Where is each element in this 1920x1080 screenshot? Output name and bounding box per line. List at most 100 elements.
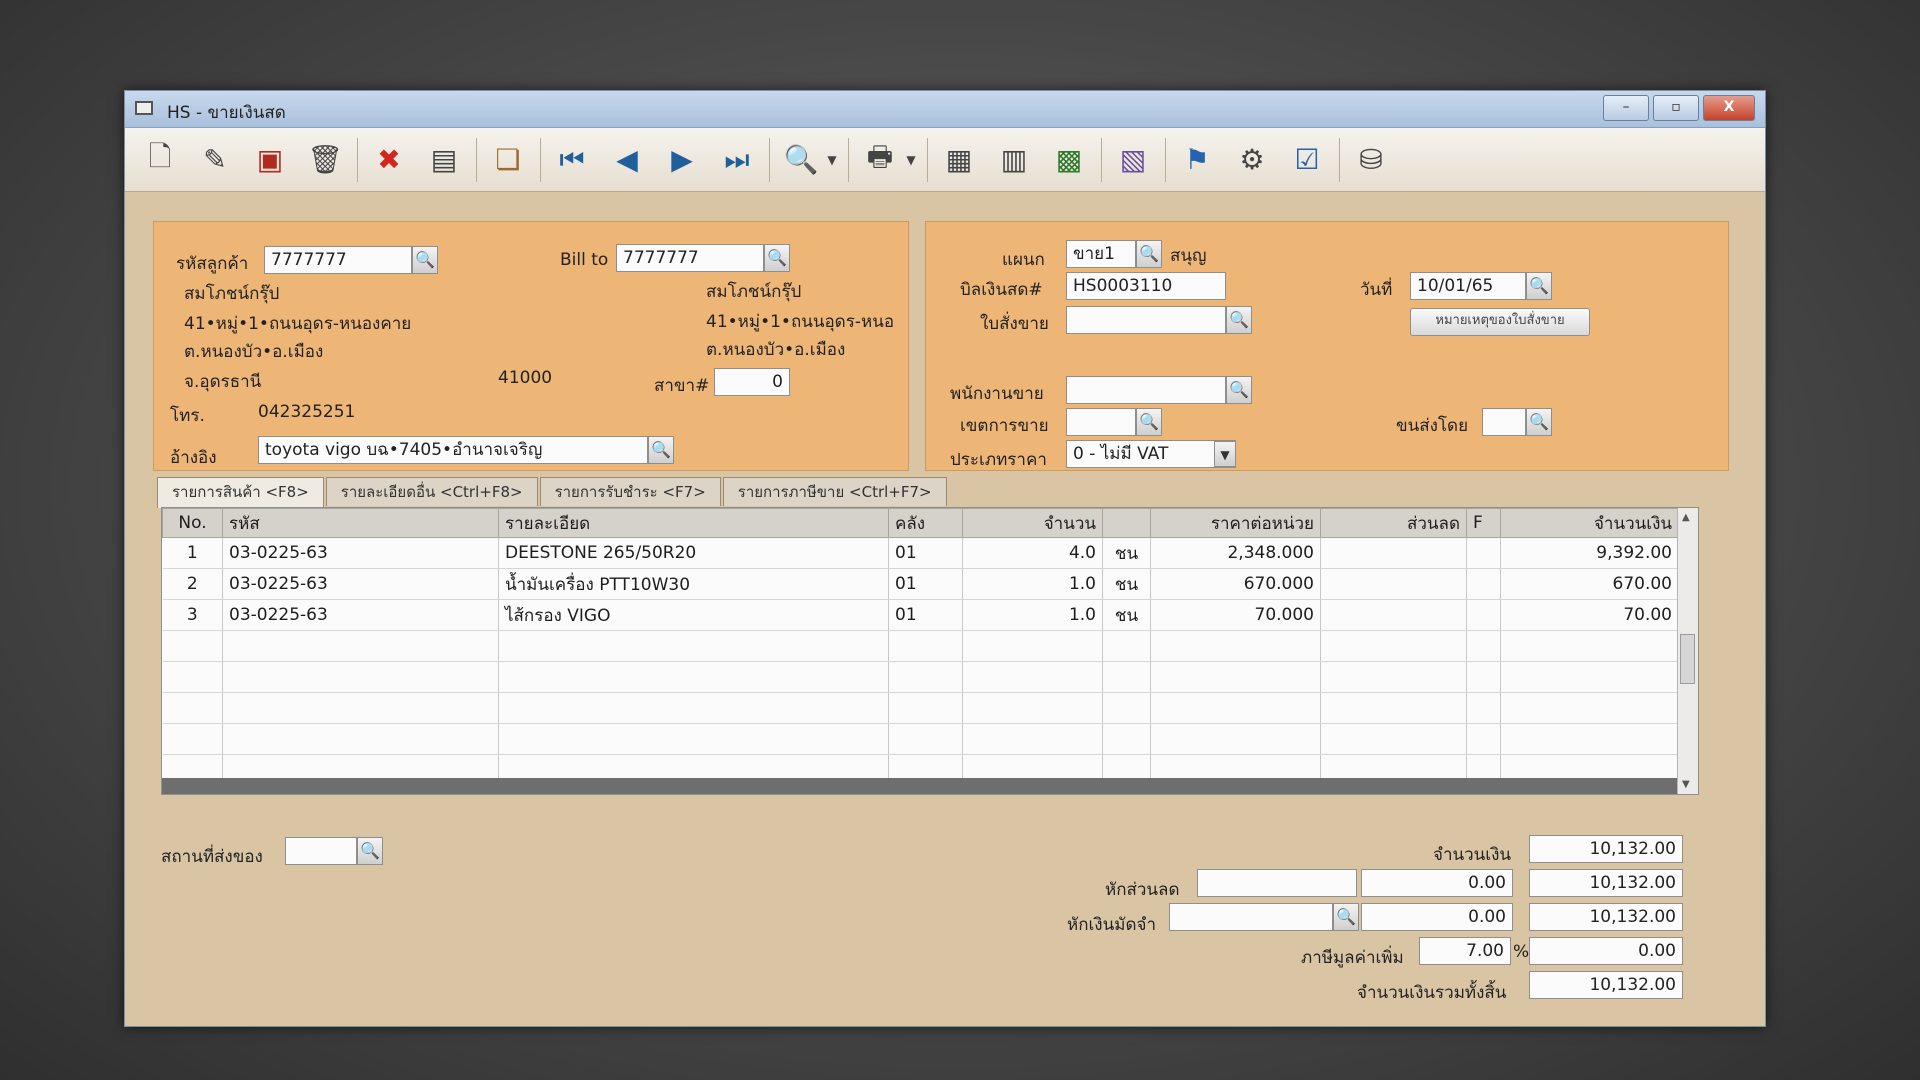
cell-warehouse[interactable]: 01 [888,599,963,631]
vertical-scrollbar[interactable]: ▲ ▼ [1677,508,1698,794]
deposit-search-icon[interactable]: 🔍 [1333,903,1359,931]
cell-warehouse[interactable]: 01 [888,537,963,569]
table-row[interactable] [162,630,1679,662]
table-row[interactable] [162,692,1679,724]
tab-payments[interactable]: รายการรับชำระ <F7> [539,477,721,506]
dept-search-icon[interactable]: 🔍 [1136,240,1162,268]
scroll-down-icon[interactable]: ▼ [1682,779,1690,790]
reference-field[interactable]: toyota vigo บฉ•7405•อำนาจเจริญ [258,436,648,464]
tab-sales-tax[interactable]: รายการภาษีขาย <Ctrl+F7> [722,477,947,506]
vat-rate-field[interactable]: 7.00 [1419,937,1511,965]
first-icon[interactable]: ⏮ [549,137,595,183]
cell-unit[interactable]: ชน [1102,537,1151,569]
table-row[interactable]: 1 03-0225-63 DEESTONE 265/50R20 01 4.0 ชน 2,34… [162,537,1679,569]
cell-description[interactable] [498,723,889,755]
cell-no[interactable] [162,692,223,724]
date-picker-icon[interactable]: 🔍 [1526,272,1552,300]
dept-field[interactable]: ขาย1 [1066,240,1136,268]
price-type-select[interactable]: 0 - ไม่มี VAT [1066,440,1236,468]
cell-description[interactable]: ไส้กรอง VIGO [498,599,889,631]
col-no[interactable]: No. [162,508,223,538]
date-field[interactable]: 10/01/65 [1410,272,1526,300]
table-row[interactable]: 3 03-0225-63 ไส้กรอง VIGO 01 1.0 ชน 70.000 70.0… [162,599,1679,631]
ship-by-search-icon[interactable]: 🔍 [1526,408,1552,436]
ship-by-field[interactable] [1482,408,1526,436]
cell-qty[interactable] [962,630,1103,662]
cell-discount[interactable] [1320,599,1467,631]
cell-warehouse[interactable] [888,661,963,693]
col-unit-price[interactable]: ราคาต่อหน่วย [1150,508,1321,538]
cell-discount[interactable] [1320,568,1467,600]
sales-area-field[interactable] [1066,408,1136,436]
items-grid[interactable]: No. รหัส รายละเอียด คลัง จำนวน ราคาต่อหน… [161,507,1699,795]
void-icon[interactable]: ▣ [247,137,293,183]
table-row[interactable] [162,661,1679,693]
table-row[interactable]: 2 03-0225-63 น้ำมันเครื่อง PTT10W30 01 1.0 ชน… [162,568,1679,600]
cell-discount[interactable] [1320,630,1467,662]
col-amount[interactable]: จำนวนเงิน [1500,508,1679,538]
cell-qty[interactable] [962,692,1103,724]
cell-code[interactable] [222,723,499,755]
chevron-down-icon[interactable]: ▼ [1214,441,1236,467]
cell-amount[interactable]: 670.00 [1500,568,1679,600]
prev-icon[interactable]: ◀ [604,137,650,183]
col-flag[interactable]: F [1466,508,1501,538]
cell-warehouse[interactable] [888,692,963,724]
table-row[interactable] [162,723,1679,755]
col-qty[interactable]: จำนวน [962,508,1103,538]
cell-flag[interactable] [1466,692,1501,724]
col-discount[interactable]: ส่วนลด [1320,508,1467,538]
bill-no-field[interactable]: HS0003110 [1066,272,1226,300]
cell-unit-price[interactable] [1150,630,1321,662]
cell-qty[interactable]: 1.0 [962,599,1103,631]
copy-icon[interactable]: ❏ [485,137,531,183]
cell-code[interactable]: 03-0225-63 [222,537,499,569]
calc-icon[interactable]: ▦ [936,137,982,183]
tools-icon[interactable]: ⚙ [1229,137,1275,183]
cell-no[interactable]: 1 [162,537,223,569]
cell-unit[interactable]: ชน [1102,568,1151,600]
ship-place-field[interactable] [285,837,357,865]
branch-field[interactable]: 0 [714,368,790,396]
cell-qty[interactable] [962,723,1103,755]
cell-flag[interactable] [1466,537,1501,569]
cancel-icon[interactable]: ✖ [366,137,412,183]
cell-no[interactable] [162,661,223,693]
new-doc-icon[interactable]: 🗋 [137,137,183,183]
cell-description[interactable] [498,661,889,693]
cell-warehouse[interactable]: 01 [888,568,963,600]
cell-unit[interactable]: ชน [1102,599,1151,631]
cell-no[interactable] [162,723,223,755]
cell-flag[interactable] [1466,723,1501,755]
cell-description[interactable] [498,630,889,662]
cell-unit[interactable] [1102,630,1151,662]
col-unit[interactable] [1102,508,1151,538]
ok-icon[interactable]: ☑ [1284,137,1330,183]
cell-amount[interactable] [1500,630,1679,662]
approve-icon[interactable]: ⚑ [1174,137,1220,183]
cell-warehouse[interactable] [888,630,963,662]
discount-code-field[interactable] [1197,869,1357,897]
cell-discount[interactable] [1320,692,1467,724]
find-dropdown-icon[interactable]: ▼ [825,137,839,183]
cell-code[interactable] [222,692,499,724]
horizontal-scrollbar[interactable] [162,778,1678,794]
cell-qty[interactable]: 1.0 [962,568,1103,600]
maximize-button[interactable]: ▫ [1653,95,1699,121]
cell-unit[interactable] [1102,692,1151,724]
cell-no[interactable]: 3 [162,599,223,631]
cell-unit-price[interactable] [1150,692,1321,724]
cell-warehouse[interactable] [888,723,963,755]
edit-icon[interactable]: ✎ [192,137,238,183]
cell-unit-price[interactable]: 2,348.000 [1150,537,1321,569]
salesman-search-icon[interactable]: 🔍 [1226,376,1252,404]
cell-description[interactable]: DEESTONE 265/50R20 [498,537,889,569]
scroll-up-icon[interactable]: ▲ [1682,512,1690,523]
order-note-button[interactable]: หมายเหตุของใบสั่งขาย [1410,308,1590,336]
ship-place-search-icon[interactable]: 🔍 [357,837,383,865]
cell-unit-price[interactable] [1150,723,1321,755]
col-code[interactable]: รหัส [222,508,499,538]
cell-unit[interactable] [1102,723,1151,755]
cell-qty[interactable] [962,661,1103,693]
customer-search-icon[interactable]: 🔍 [412,246,438,274]
